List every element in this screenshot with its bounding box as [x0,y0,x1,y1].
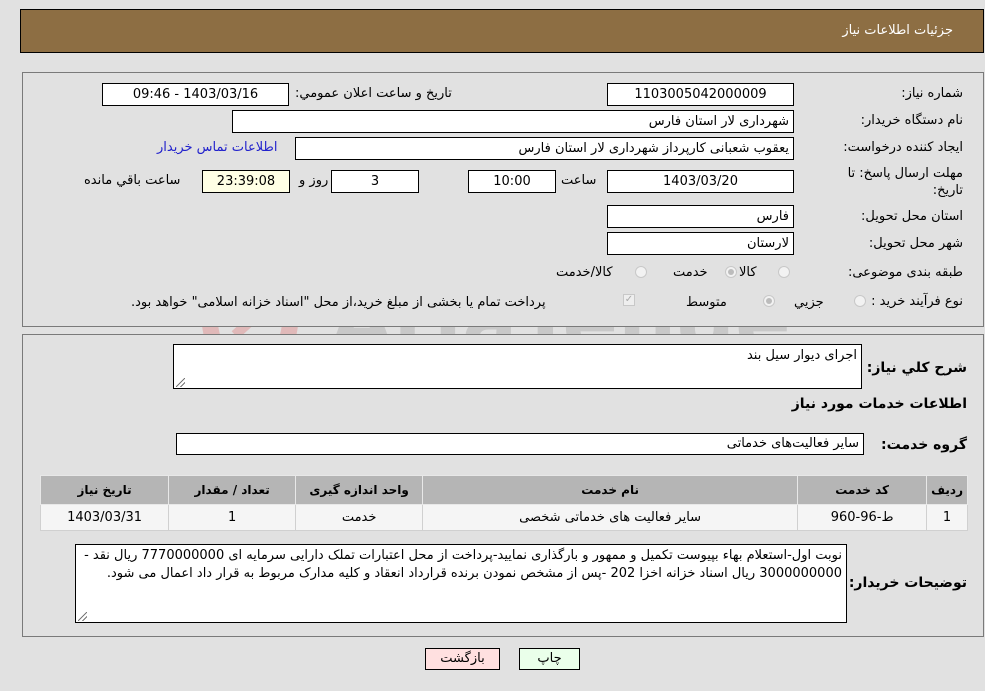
category-label: طبقه بندی موضوعی: [847,265,963,280]
col-header-service-code: کد خدمت [797,475,928,505]
category-option-goods-service: کالا/خدمت [556,265,613,280]
services-heading: اطلاعات خدمات مورد نیاز [791,396,967,412]
announce-datetime-field: 1403/03/16 - 09:46 [102,83,289,106]
service-group-label: گروه خدمت: [881,437,967,453]
purchase-radio-small[interactable] [854,295,866,307]
back-button[interactable]: بازگشت [425,648,500,670]
city-label: شهر محل تحویل: [868,236,963,251]
category-option-service: خدمت [673,265,708,280]
need-number-field: 1103005042000009 [607,83,794,106]
category-radio-goods[interactable] [778,266,790,278]
col-header-row-number: ردیف [926,475,968,505]
cell-quantity: 1 [168,504,297,531]
service-group-field: سایر فعالیت‌های خدماتی [176,433,864,455]
deadline-time-label: ساعت [561,173,597,188]
province-field: فارس [607,205,794,228]
category-radio-service[interactable] [725,266,737,278]
resize-grip-icon[interactable] [176,378,185,387]
cell-row-number: 1 [926,504,968,531]
print-button[interactable]: چاپ [519,648,580,670]
category-radio-goods-service[interactable] [635,266,647,278]
summary-label: شرح كلي نياز: [866,360,967,376]
col-header-service-name: نام خدمت [422,475,799,505]
col-header-need-date: تاریخ نیاز [39,475,170,505]
remaining-time-field: 23:39:08 [202,170,290,193]
buyer-notes-textarea[interactable]: نوبت اول-استعلام بهاء بپیوست تکمیل و ممه… [75,544,847,623]
deadline-label: مهلت ارسال پاسخ: تا تاریخ: [847,166,963,198]
creator-field: یعقوب شعبانی کارپرداز شهرداری لار استان … [295,137,794,160]
announce-label: تاریخ و ساعت اعلان عمومي: [295,86,452,101]
summary-textarea[interactable]: اجرای دیوار سیل بند [173,344,862,389]
purchase-type-label: نوع فرآیند خرید : [871,294,963,309]
cell-service-name: سایر فعالیت های خدماتی شخصی [422,504,799,531]
buyer-contact-link[interactable]: اطلاعات تماس خریدار [157,140,277,155]
province-label: استان محل تحویل: [861,209,963,224]
cell-need-date: 1403/03/31 [39,504,170,531]
treasury-note: پرداخت تمام یا بخشی از مبلغ خرید،از محل … [131,295,546,310]
need-details-panel: شرح كلي نياز: اجرای دیوار سیل بند اطلاعا… [22,334,984,637]
purchase-radio-medium[interactable] [763,295,775,307]
col-header-unit: واحد اندازه گیری [295,475,424,505]
treasury-checkbox[interactable]: ✓ [623,294,635,306]
buyer-notes-text: نوبت اول-استعلام بهاء بپیوست تکمیل و ممه… [84,548,842,581]
cell-unit: خدمت [295,504,424,531]
services-table: ردیف کد خدمت نام خدمت واحد اندازه گیری ت… [39,475,968,531]
page-header: جزئیات اطلاعات نیاز [20,9,984,53]
purchase-option-medium: متوسط [686,295,727,310]
cell-service-code: ط-96-960 [797,504,928,531]
page-title: جزئیات اطلاعات نیاز [842,23,953,38]
table-header-row: ردیف کد خدمت نام خدمت واحد اندازه گیری ت… [39,475,968,505]
buyer-org-label: نام دستگاه خریدار: [860,113,963,128]
need-number-label: شماره نیاز: [901,86,963,101]
deadline-date-field: 1403/03/20 [607,170,794,193]
category-option-goods: کالا [739,265,757,280]
deadline-time-field: 10:00 [468,170,556,193]
need-info-panel: شماره نیاز: 1103005042000009 تاریخ و ساع… [22,72,984,327]
resize-grip-icon[interactable] [78,612,87,621]
purchase-option-small: جزيي [794,295,824,310]
buyer-org-field: شهرداری لار استان فارس [232,110,794,133]
col-header-quantity: تعداد / مقدار [168,475,297,505]
days-remaining-field: 3 [331,170,419,193]
summary-text: اجرای دیوار سیل بند [746,348,857,363]
creator-label: ایجاد کننده درخواست: [843,140,963,155]
remaining-label: ساعت باقي مانده [84,173,181,188]
days-label: روز و [299,173,329,188]
city-field: لارستان [607,232,794,255]
table-row: 1 ط-96-960 سایر فعالیت های خدماتی شخصی خ… [39,504,968,531]
buyer-notes-label: توضیحات خریدار: [848,575,967,591]
